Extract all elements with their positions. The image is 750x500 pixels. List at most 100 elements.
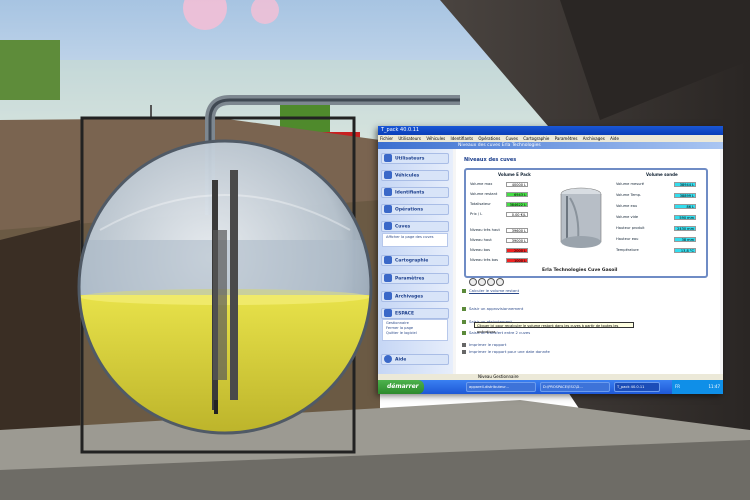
right-row-value: 38899 L [674, 193, 696, 198]
sidebar-item-utilisateurs[interactable]: Utilisateurs [381, 153, 449, 164]
sidebar-item-parametres[interactable]: Paramètres [381, 273, 449, 284]
clock: 11:47 [708, 384, 720, 389]
window-title: T_pack 40.0.11 [381, 127, 420, 133]
right-row-label: Hauteur produit [616, 226, 645, 230]
left-row-label: Niveau bas [470, 248, 491, 252]
info-icon[interactable] [469, 278, 477, 286]
sidebar-item-identifiants[interactable]: Identifiants [381, 187, 449, 198]
label-gestionnaire: Gestionnaire [386, 321, 409, 325]
right-row-value: 590 mm [674, 215, 696, 220]
menu-parametres[interactable]: Paramètres [555, 136, 578, 141]
printer-icon [462, 350, 466, 354]
main-content: Niveaux des cuves Volume E Pack Volume s… [456, 149, 720, 381]
gear-icon [384, 274, 392, 282]
right-row-label: Volume Temp. [616, 193, 642, 197]
tpack-window[interactable]: T_pack 40.0.11 Fichier Utilisateurs Véhi… [378, 126, 723, 394]
sidebar-item-vehicules[interactable]: Véhicules [381, 170, 449, 181]
menu-cartographie[interactable]: Cartographie [523, 136, 549, 141]
left-row-label: Volume restant [470, 192, 498, 196]
calc-icon [462, 289, 466, 293]
archive-icon [384, 292, 392, 300]
task-appareil[interactable]: appareil-distributeur... [466, 382, 536, 392]
language-indicator[interactable]: FR [675, 380, 680, 394]
left-row-label: Volume max [470, 182, 493, 186]
left-row-value: 1000 L [506, 258, 528, 263]
menu-bar: Fichier Utilisateurs Véhicules Identifia… [378, 135, 723, 142]
right-row-value: 38944 L [674, 182, 696, 187]
help-icon [384, 355, 392, 363]
task-tpack[interactable]: T_pack 40.0.11 [614, 382, 660, 392]
left-row-value: 6943 L [506, 192, 528, 197]
zoom-icon[interactable] [496, 278, 504, 286]
sidebar-item-espace[interactable]: ESPACE [381, 308, 449, 319]
document-icon[interactable] [478, 278, 486, 286]
sidebar-item-cartographie[interactable]: Cartographie [381, 255, 449, 266]
right-row-value: 38 mm [674, 237, 696, 242]
space-icon [384, 309, 392, 317]
window-titlebar[interactable]: T_pack 40.0.11 [378, 126, 723, 135]
menu-operations[interactable]: Opérations [478, 136, 500, 141]
espace-subpanel: Gestionnaire Fermer la page Quitter le l… [382, 319, 448, 341]
menu-fichier[interactable]: Fichier [380, 136, 393, 141]
menu-vehicules[interactable]: Véhicules [426, 136, 445, 141]
page-banner: Niveaux des cuves Erla Technologies [378, 142, 723, 149]
menu-cuves[interactable]: Cuves [506, 136, 518, 141]
settings-icon[interactable] [487, 278, 495, 286]
left-row-label: Niveau haut [470, 238, 492, 242]
link-afficher-cuves[interactable]: Afficher la page des cuves [386, 235, 444, 239]
tooltip: Cliquer ici pour recalculer le volume re… [474, 322, 634, 334]
action-approvisionnement[interactable]: Saisir un approvisionnement [462, 306, 523, 311]
right-row-label: Volume vide [616, 215, 639, 219]
left-row-value: 40000 L [506, 182, 528, 187]
task-prospace[interactable]: D:\PROSPACE\ESC\D... [540, 382, 610, 392]
left-row-label: Prix / L [470, 212, 483, 216]
sidebar-item-operations[interactable]: Opérations [381, 204, 449, 215]
left-row-label: Niveau très haut [470, 228, 500, 232]
taskbar: démarrer appareil-distributeur... D:\PRO… [378, 380, 723, 394]
right-row-label: Température [616, 248, 639, 252]
menu-utilisateurs[interactable]: Utilisateurs [398, 136, 421, 141]
right-header: Volume sonde [646, 172, 678, 177]
sidebar-item-cuves[interactable]: Cuves [381, 221, 449, 232]
action-calculer[interactable]: Calculer le volume restant [462, 288, 519, 293]
tank-name: Erla Technologies Cuve Gasoil [542, 268, 618, 273]
link-fermer-page[interactable]: Fermer la page [386, 326, 444, 330]
users-icon [384, 154, 392, 162]
right-row-label: Volume mesuré [616, 182, 644, 186]
right-row-label: Hauteur eau [616, 237, 639, 241]
menu-aide[interactable]: Aide [610, 136, 619, 141]
left-row-label: Totalisateur [470, 202, 491, 206]
printer-icon [462, 343, 466, 347]
map-icon [384, 256, 392, 264]
adjust-icon [462, 320, 466, 324]
link-quitter[interactable]: Quitter le logiciel [386, 331, 444, 335]
tank-panel: Volume E Pack Volume sonde Volume max 400… [464, 168, 708, 286]
left-row-value: 384622 L [506, 202, 528, 207]
fuel-icon [462, 307, 466, 311]
cuves-subpanel: Afficher la page des cuves [382, 233, 448, 247]
menu-identifiants[interactable]: Identifiants [451, 136, 474, 141]
sidebar: Utilisateurs Véhicules Identifiants Opér… [378, 149, 453, 381]
key-icon [384, 188, 392, 196]
left-row-value: 2000 L [506, 248, 528, 253]
left-header: Volume E Pack [498, 172, 531, 177]
right-row-value: 86 L [674, 204, 696, 209]
left-row-value: 39600 L [506, 228, 528, 233]
sidebar-item-aide[interactable]: Aide [381, 354, 449, 365]
action-imprimer[interactable]: Imprimer le rapport [462, 342, 506, 347]
sidebar-item-archivages[interactable]: Archivages [381, 291, 449, 302]
left-row-value: 0.00 €/L [506, 212, 528, 217]
left-row-value: 39000 L [506, 238, 528, 243]
left-row-label: Niveau très bas [470, 258, 499, 262]
right-row-label: Volume eau [616, 204, 638, 208]
action-imprimer-date[interactable]: Imprimer le rapport pour une date donnée [462, 349, 550, 354]
start-button[interactable]: démarrer [378, 380, 424, 394]
menu-archivages[interactable]: Archivages [583, 136, 605, 141]
transfer-icon [462, 331, 466, 335]
system-tray: FR 11:47 [672, 380, 723, 394]
action-transfert[interactable]: Saisir un transfert entre 2 cuves [462, 330, 530, 335]
tank-icon [384, 222, 392, 230]
truck-icon [384, 171, 392, 179]
right-row-value: 2430 mm [674, 226, 696, 231]
page-title: Niveaux des cuves [464, 157, 517, 163]
